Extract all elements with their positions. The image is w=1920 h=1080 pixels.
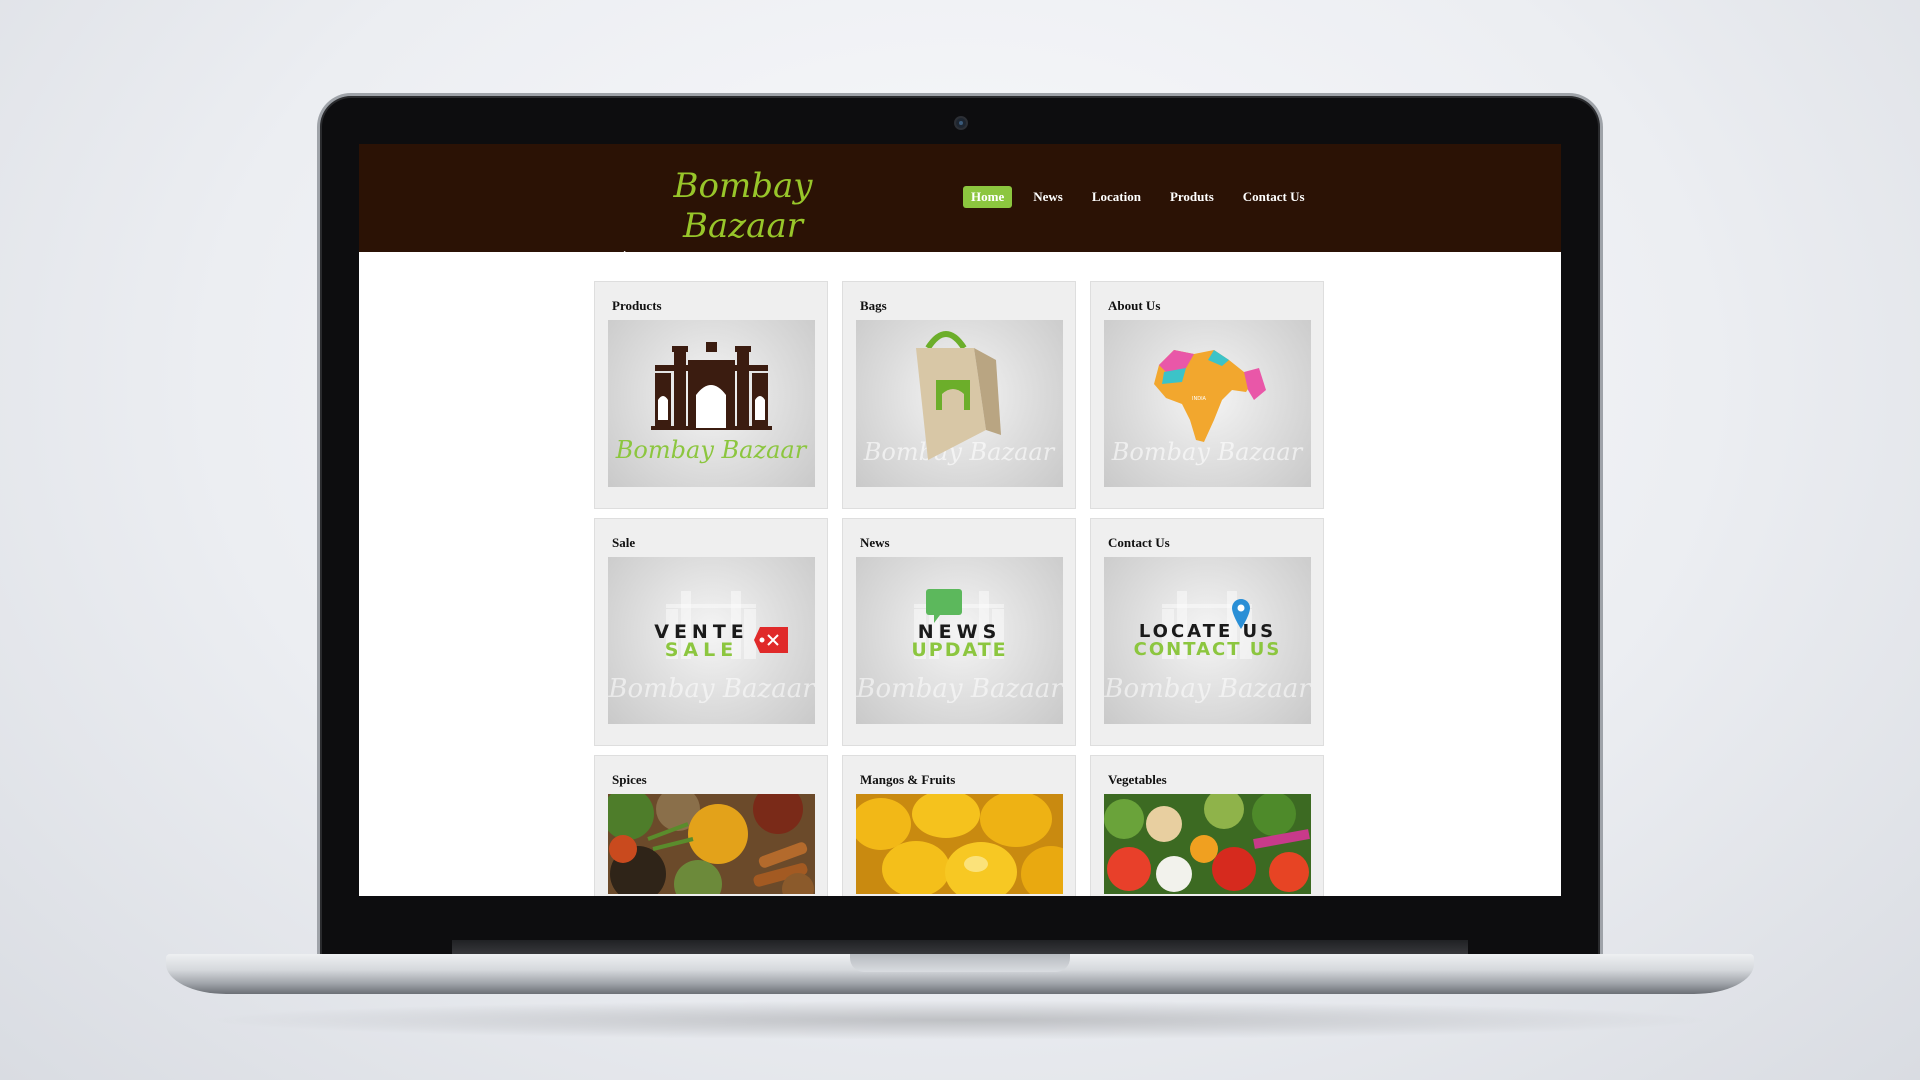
shopping-bag-icon: Bombay Bazaar bbox=[863, 331, 1056, 466]
card-title: About Us bbox=[1108, 298, 1161, 313]
card-title: Products bbox=[612, 298, 662, 313]
bags-image: Bombay Bazaar bbox=[856, 320, 1063, 487]
brand-tagline: Épicerie indienne - Indian grocery bbox=[621, 252, 928, 263]
category-grid: Products Bombay Bazaar Bags Bombay Bazaa… bbox=[594, 281, 1326, 896]
contact-us-image: LOCATE US CONTACT US Bombay Bazaar bbox=[1104, 557, 1311, 724]
card-vegetables[interactable]: Vegetables bbox=[1090, 755, 1324, 896]
card-title: News bbox=[860, 535, 890, 550]
news-image: NEWS UPDATE Bombay Bazaar bbox=[856, 557, 1063, 724]
about-us-image: Bombay Bazaar INDIA bbox=[1104, 320, 1311, 487]
card-spices[interactable]: Spices bbox=[594, 755, 828, 896]
card-title: Contact Us bbox=[1108, 535, 1170, 550]
main-nav: Home News Location Produts Contact Us bbox=[963, 186, 1326, 208]
nav-produts[interactable]: Produts bbox=[1162, 186, 1222, 208]
map-country-label: INDIA bbox=[1192, 396, 1207, 402]
gateway-logo-icon: Bombay Bazaar bbox=[615, 342, 808, 464]
nav-home[interactable]: Home bbox=[963, 186, 1013, 208]
card-bags[interactable]: Bags Bombay Bazaar bbox=[842, 281, 1076, 509]
ghost-logo-word: Bombay Bazaar bbox=[1104, 674, 1311, 704]
card-mangos-fruits[interactable]: Mangos & Fruits bbox=[842, 755, 1081, 896]
nav-contact-us[interactable]: Contact Us bbox=[1235, 186, 1313, 208]
laptop-screen: Bombay Bazaar Épicerie indienne - Indian… bbox=[359, 144, 1561, 896]
card-sale[interactable]: Sale VENTE SALE Bombay Bazaar bbox=[594, 518, 828, 746]
spices-photo bbox=[602, 784, 815, 896]
camera-icon bbox=[954, 116, 968, 130]
contact-us-text: CONTACT US bbox=[1133, 639, 1282, 660]
ghost-logo-word: Bombay Bazaar bbox=[1111, 438, 1304, 466]
mangos-photo bbox=[851, 790, 1081, 896]
speech-bubble-icon bbox=[926, 589, 962, 623]
site-logo[interactable]: Bombay Bazaar Épicerie indienne - Indian… bbox=[621, 166, 928, 263]
card-title: Mangos & Fruits bbox=[860, 772, 956, 787]
card-title: Spices bbox=[612, 772, 647, 787]
laptop-notch bbox=[850, 954, 1070, 972]
logo-word: Bombay Bazaar bbox=[615, 436, 808, 464]
laptop-shadow bbox=[200, 1000, 1720, 1040]
card-products[interactable]: Products Bombay Bazaar bbox=[594, 281, 828, 509]
products-image: Bombay Bazaar bbox=[608, 320, 815, 487]
site-header: Bombay Bazaar Épicerie indienne - Indian… bbox=[359, 144, 1561, 263]
price-tag-icon bbox=[754, 627, 788, 653]
card-title: Vegetables bbox=[1108, 772, 1167, 787]
india-map-icon: Bombay Bazaar INDIA bbox=[1111, 350, 1304, 466]
card-about-us[interactable]: About Us Bombay Bazaar INDIA bbox=[1090, 281, 1324, 509]
vegetables-photo bbox=[1104, 789, 1311, 894]
card-news[interactable]: News NEWS UPDATE Bombay Bazaar bbox=[842, 518, 1076, 746]
card-title: Sale bbox=[612, 535, 636, 550]
nav-news[interactable]: News bbox=[1025, 186, 1071, 208]
nav-location[interactable]: Location bbox=[1084, 186, 1149, 208]
card-contact-us[interactable]: Contact Us LOCATE US CONTACT US Bombay B… bbox=[1090, 518, 1324, 746]
sale-image: VENTE SALE Bombay Bazaar bbox=[608, 557, 815, 724]
update-text: UPDATE bbox=[911, 639, 1008, 661]
brand-name: Bombay Bazaar bbox=[673, 166, 813, 246]
card-title: Bags bbox=[860, 298, 887, 313]
ghost-logo-word: Bombay Bazaar bbox=[856, 674, 1063, 704]
ghost-logo-word: Bombay Bazaar bbox=[608, 674, 815, 704]
